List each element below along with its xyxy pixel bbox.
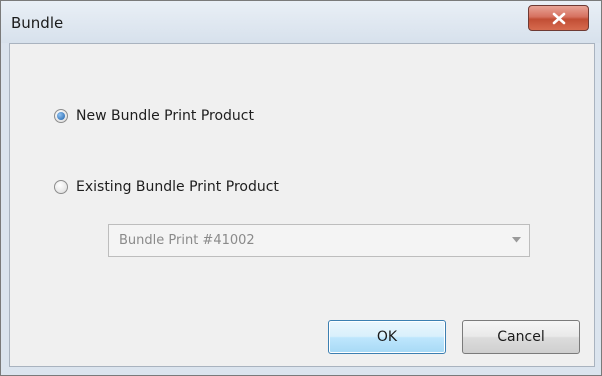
bundle-dialog: Bundle New Bundle Print Product Existing… bbox=[0, 0, 602, 376]
chevron-down-icon bbox=[512, 237, 521, 243]
title-bar[interactable]: Bundle bbox=[1, 1, 601, 43]
close-x-icon bbox=[552, 12, 566, 25]
new-bundle-option[interactable]: New Bundle Print Product bbox=[54, 108, 254, 124]
cancel-button[interactable]: Cancel bbox=[462, 320, 580, 354]
new-bundle-radio[interactable] bbox=[54, 109, 68, 123]
existing-bundle-label: Existing Bundle Print Product bbox=[76, 179, 279, 195]
window-title: Bundle bbox=[11, 14, 64, 32]
existing-bundle-radio[interactable] bbox=[54, 180, 68, 194]
dialog-body: New Bundle Print Product Existing Bundle… bbox=[9, 43, 595, 367]
existing-bundle-select[interactable]: Bundle Print #41002 bbox=[108, 224, 530, 257]
existing-bundle-select-value: Bundle Print #41002 bbox=[119, 233, 255, 248]
existing-bundle-option[interactable]: Existing Bundle Print Product bbox=[54, 179, 279, 195]
new-bundle-label: New Bundle Print Product bbox=[76, 108, 254, 124]
close-button[interactable] bbox=[528, 5, 589, 31]
ok-button[interactable]: OK bbox=[328, 320, 446, 354]
